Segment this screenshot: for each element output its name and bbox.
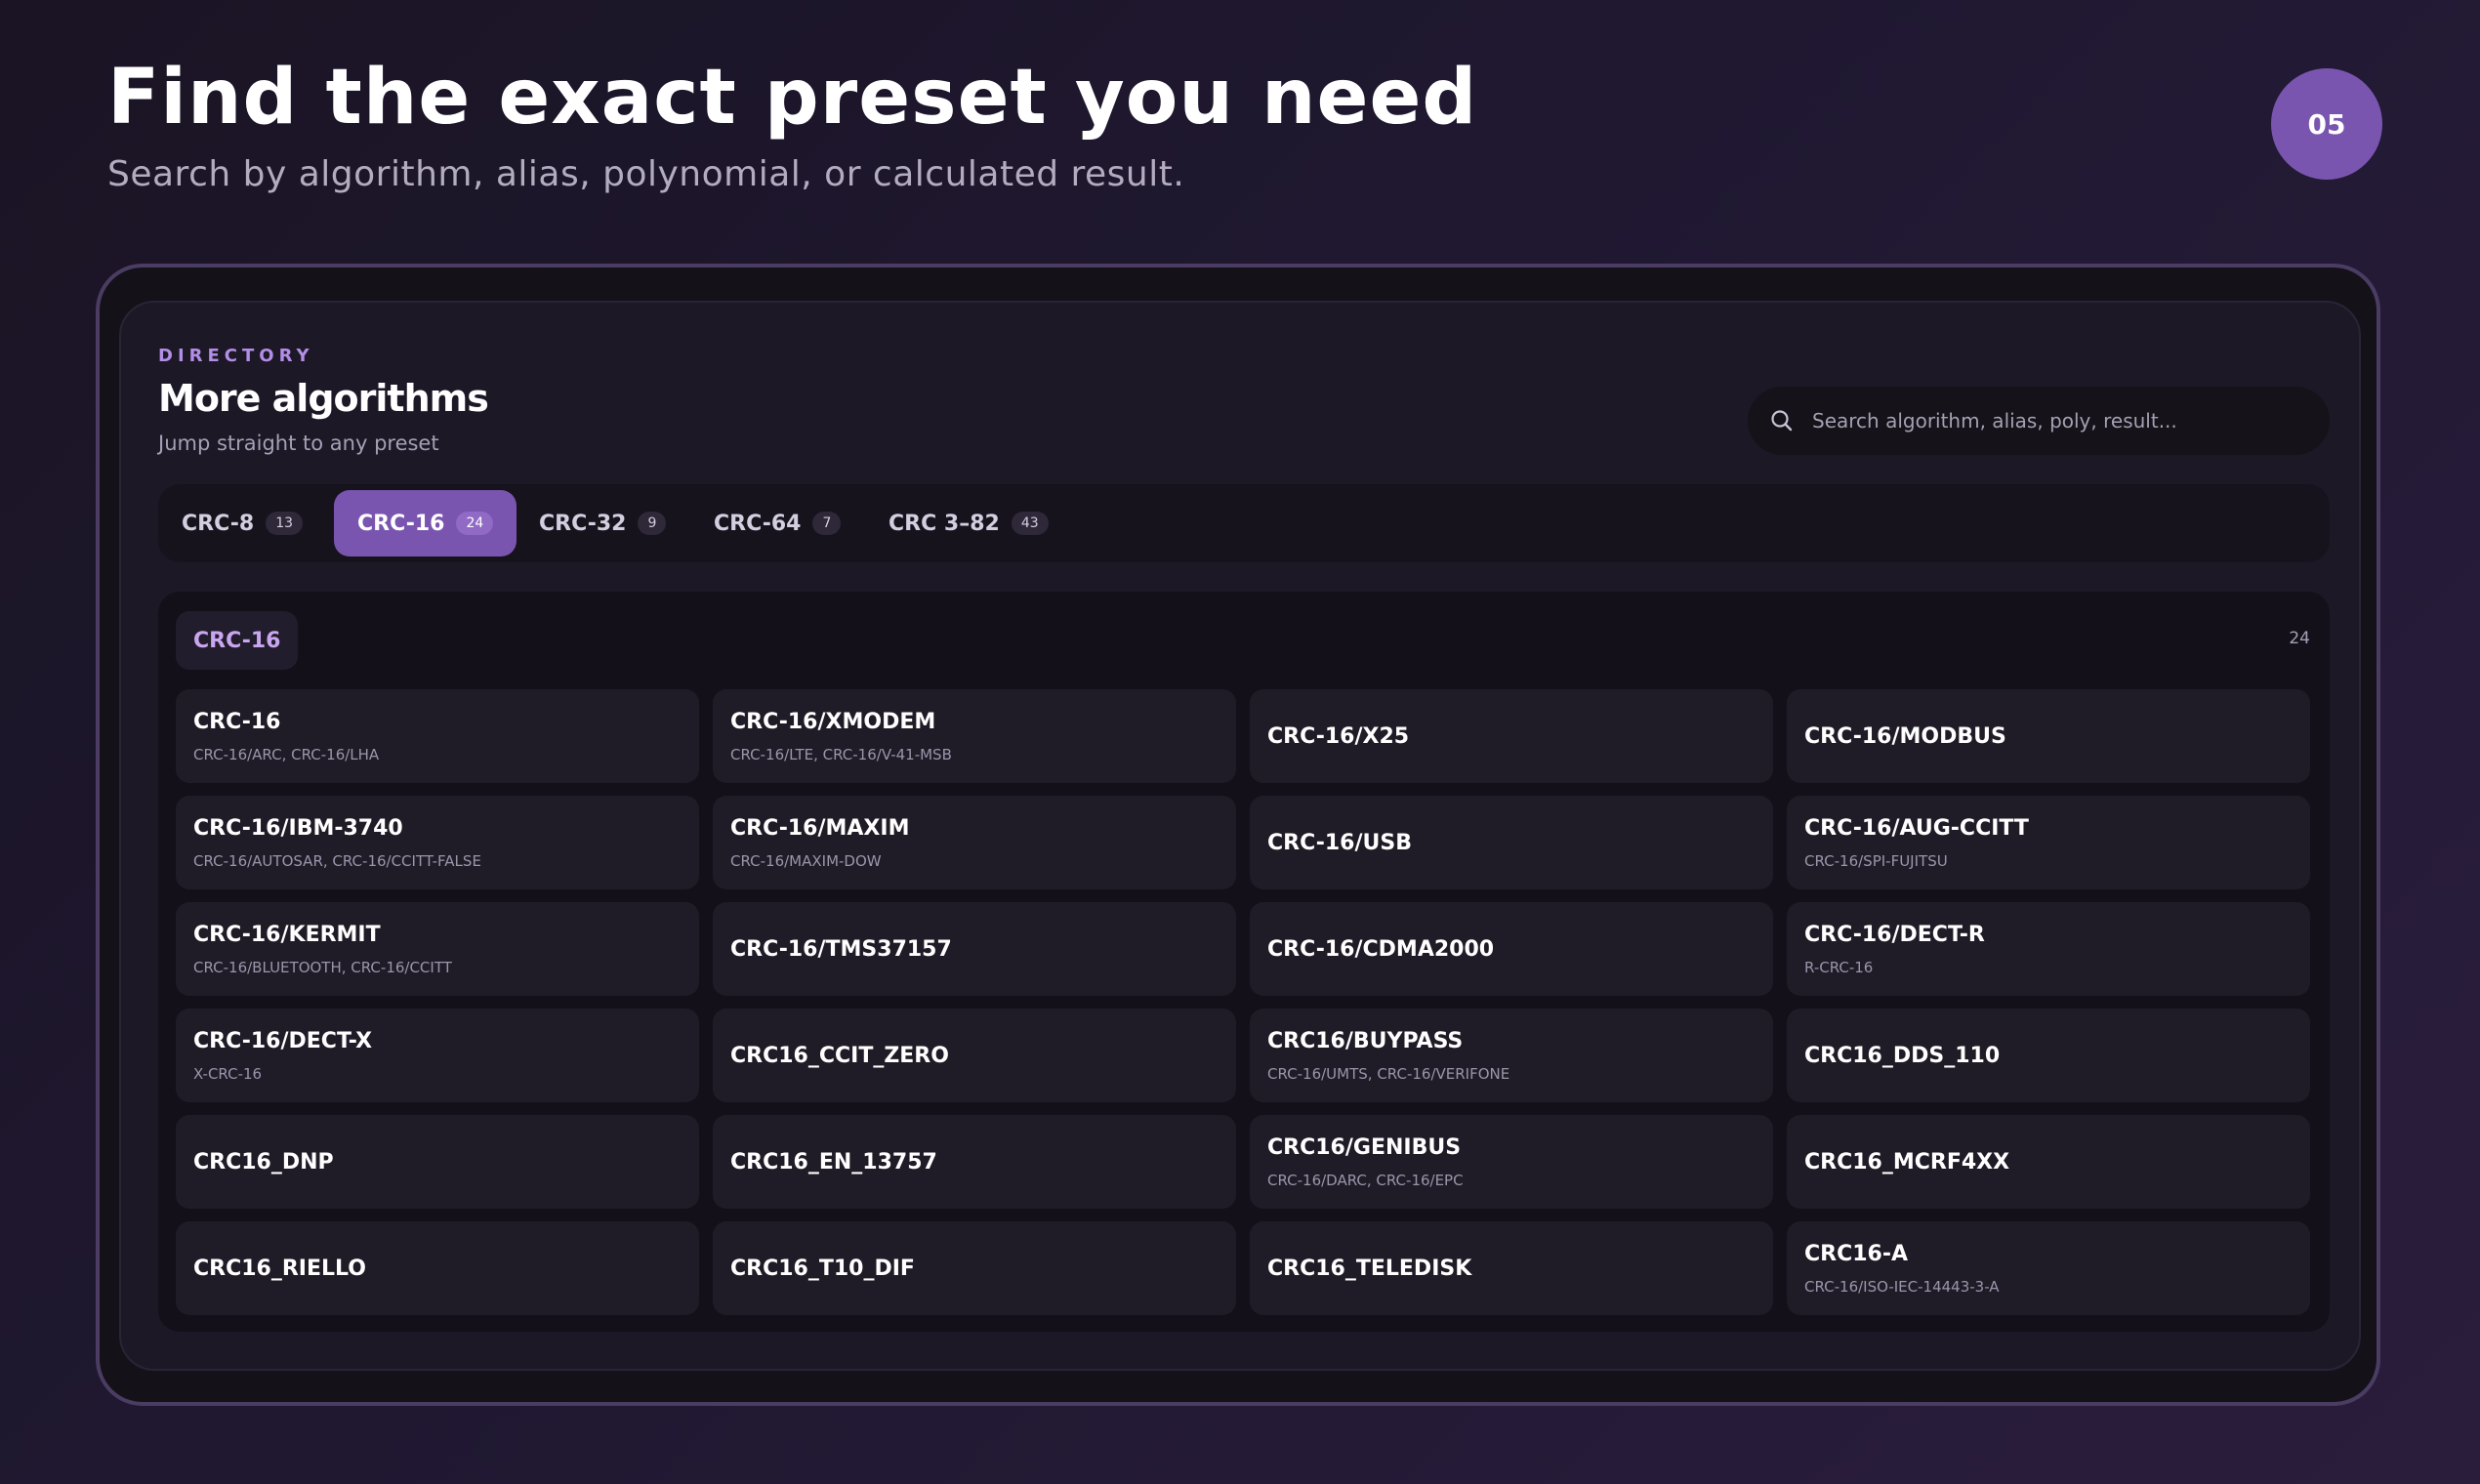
algorithm-aliases: CRC-16/UMTS, CRC-16/VERIFONE [1267, 1064, 1510, 1083]
algorithm-name: CRC16_T10_DIF [730, 1256, 915, 1281]
group-count: 24 [2289, 629, 2310, 648]
tab-count-badge: 9 [638, 512, 667, 535]
algorithm-name: CRC16/GENIBUS [1267, 1134, 1462, 1160]
panel-eyebrow: DIRECTORY [158, 346, 314, 366]
algorithm-name: CRC16_EN_13757 [730, 1149, 937, 1175]
algorithm-aliases: R-CRC-16 [1804, 958, 1874, 976]
algorithm-name: CRC16/BUYPASS [1267, 1028, 1464, 1053]
algorithm-card[interactable]: CRC16/BUYPASS CRC-16/UMTS, CRC-16/VERIFON… [1250, 1009, 1773, 1102]
algorithm-card[interactable]: CRC16_RIELLO [176, 1221, 699, 1315]
algorithm-card[interactable]: CRC-16/IBM-3740 CRC-16/AUTOSAR, CRC-16/CC… [176, 796, 699, 889]
algorithm-name: CRC-16/USB [1267, 830, 1412, 855]
algorithm-name: CRC-16/CDMA2000 [1267, 936, 1495, 962]
panel-title: More algorithms [158, 377, 489, 420]
tab-label: CRC-8 [182, 511, 255, 536]
algorithm-aliases: CRC-16/MAXIM-DOW [730, 851, 882, 870]
algorithm-aliases: CRC-16/SPI-FUJITSU [1804, 851, 1948, 870]
algorithm-card[interactable]: CRC-16 CRC-16/ARC, CRC-16/LHA [176, 689, 699, 783]
algorithm-name: CRC16_DDS_110 [1804, 1043, 2001, 1068]
algorithm-card[interactable]: CRC16_T10_DIF [713, 1221, 1236, 1315]
tab-crc-64[interactable]: CRC-64 7 [690, 490, 864, 556]
algorithm-name: CRC16_RIELLO [193, 1256, 366, 1281]
algorithm-card[interactable]: CRC16_DDS_110 [1787, 1009, 2310, 1102]
algorithm-name: CRC-16/IBM-3740 [193, 815, 403, 841]
algorithm-aliases: CRC-16/ISO-IEC-14443-3-A [1804, 1277, 2000, 1296]
algorithm-card[interactable]: CRC16_CCIT_ZERO [713, 1009, 1236, 1102]
tab-count-badge: 7 [812, 512, 842, 535]
tab-crc-32[interactable]: CRC-32 9 [516, 490, 689, 556]
step-badge: 05 [2271, 68, 2382, 180]
algorithm-card[interactable]: CRC16/GENIBUS CRC-16/DARC, CRC-16/EPC [1250, 1115, 1773, 1209]
directory-panel: DIRECTORY More algorithms Jump straight … [119, 301, 2361, 1371]
category-tabs: CRC-8 13 CRC-16 24 CRC-32 9 CRC-64 7 CRC… [158, 484, 2330, 562]
algorithm-aliases: CRC-16/LTE, CRC-16/V-41-MSB [730, 745, 952, 763]
algorithm-name: CRC-16/XMODEM [730, 709, 936, 734]
algorithm-name: CRC-16 [193, 709, 281, 734]
tab-label: CRC-64 [714, 511, 802, 536]
tab-label: CRC-16 [357, 511, 445, 536]
algorithm-name: CRC-16/MODBUS [1804, 723, 2006, 749]
algorithm-name: CRC16-A [1804, 1241, 1909, 1266]
algorithm-card[interactable]: CRC16-A CRC-16/ISO-IEC-14443-3-A [1787, 1221, 2310, 1315]
tab-crc-3-82[interactable]: CRC 3–82 43 [865, 490, 1072, 556]
algorithm-name: CRC-16/X25 [1267, 723, 1410, 749]
algorithm-name: CRC16_MCRF4XX [1804, 1149, 2010, 1175]
algorithm-name: CRC16_CCIT_ZERO [730, 1043, 949, 1068]
algorithm-aliases: CRC-16/AUTOSAR, CRC-16/CCITT-FALSE [193, 851, 481, 870]
algorithm-card[interactable]: CRC-16/KERMIT CRC-16/BLUETOOTH, CRC-16/CC… [176, 902, 699, 996]
panel-subtitle: Jump straight to any preset [158, 432, 439, 455]
algorithm-card[interactable]: CRC-16/AUG-CCITT CRC-16/SPI-FUJITSU [1787, 796, 2310, 889]
search-box[interactable] [1748, 387, 2330, 455]
algorithm-card[interactable]: CRC16_EN_13757 [713, 1115, 1236, 1209]
algorithm-name: CRC-16/MAXIM [730, 815, 910, 841]
algorithm-aliases: X-CRC-16 [193, 1064, 263, 1083]
algorithm-aliases: CRC-16/DARC, CRC-16/EPC [1267, 1171, 1464, 1189]
algorithm-card[interactable]: CRC-16/USB [1250, 796, 1773, 889]
search-icon [1769, 408, 1795, 433]
algorithm-aliases: CRC-16/BLUETOOTH, CRC-16/CCITT [193, 958, 452, 976]
algorithm-card[interactable]: CRC-16/TMS37157 [713, 902, 1236, 996]
algorithm-card[interactable]: CRC-16/XMODEM CRC-16/LTE, CRC-16/V-41-MSB [713, 689, 1236, 783]
tab-crc-8[interactable]: CRC-8 13 [158, 490, 326, 556]
algorithm-card[interactable]: CRC-16/X25 [1250, 689, 1773, 783]
algorithm-card[interactable]: CRC-16/DECT-X X-CRC-16 [176, 1009, 699, 1102]
search-input[interactable] [1810, 408, 2302, 433]
algorithm-card[interactable]: CRC16_TELEDISK [1250, 1221, 1773, 1315]
tab-count-badge: 13 [266, 512, 304, 535]
algorithm-name: CRC-16/DECT-X [193, 1028, 373, 1053]
algorithm-card[interactable]: CRC-16/MAXIM CRC-16/MAXIM-DOW [713, 796, 1236, 889]
algorithm-name: CRC-16/KERMIT [193, 922, 381, 947]
group-label: CRC-16 [176, 611, 299, 670]
tab-crc-16[interactable]: CRC-16 24 [334, 490, 517, 556]
algorithm-card[interactable]: CRC-16/MODBUS [1787, 689, 2310, 783]
page-subtitle: Search by algorithm, alias, polynomial, … [107, 154, 1185, 194]
algorithm-grid: CRC-16 CRC-16/ARC, CRC-16/LHA CRC-16/XMOD… [176, 689, 2314, 1315]
algorithm-card[interactable]: CRC16_DNP [176, 1115, 699, 1209]
page-title: Find the exact preset you need [107, 54, 1478, 142]
tab-label: CRC 3–82 [889, 511, 1000, 536]
device-frame: DIRECTORY More algorithms Jump straight … [96, 264, 2380, 1406]
algorithm-name: CRC-16/DECT-R [1804, 922, 1985, 947]
algorithm-card[interactable]: CRC16_MCRF4XX [1787, 1115, 2310, 1209]
algorithm-card[interactable]: CRC-16/CDMA2000 [1250, 902, 1773, 996]
tab-count-badge: 24 [456, 512, 494, 535]
tab-count-badge: 43 [1011, 512, 1049, 535]
algorithm-aliases: CRC-16/ARC, CRC-16/LHA [193, 745, 380, 763]
algorithm-group: CRC-16 24 CRC-16 CRC-16/ARC, CRC-16/LHA C… [158, 592, 2330, 1332]
algorithm-card[interactable]: CRC-16/DECT-R R-CRC-16 [1787, 902, 2310, 996]
algorithm-name: CRC-16/AUG-CCITT [1804, 815, 2029, 841]
tab-label: CRC-32 [539, 511, 627, 536]
algorithm-name: CRC16_DNP [193, 1149, 334, 1175]
algorithm-name: CRC16_TELEDISK [1267, 1256, 1472, 1281]
algorithm-name: CRC-16/TMS37157 [730, 936, 952, 962]
